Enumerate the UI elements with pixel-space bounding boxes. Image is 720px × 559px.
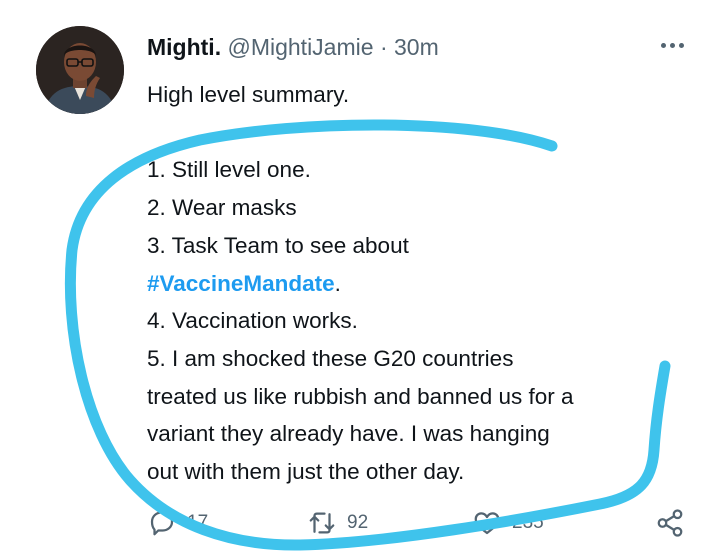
hashtag-suffix: . <box>334 270 341 296</box>
heart-icon <box>474 512 500 535</box>
tweet-actions: 17 92 235 <box>147 508 707 548</box>
like-count: 235 <box>512 512 544 533</box>
avatar[interactable] <box>36 26 124 114</box>
retweet-button[interactable]: 92 <box>307 508 368 538</box>
tweet-line-intro: High level summary. <box>147 82 350 107</box>
share-icon <box>657 509 683 537</box>
tweet-line-item2: 2. Wear masks <box>147 195 297 221</box>
tweet-text: High level summary. 1. Still level one. … <box>147 76 687 491</box>
author-name[interactable]: Mighti. <box>147 34 221 60</box>
tweet-line-item1: 1. Still level one. <box>147 157 311 183</box>
tweet-line-item4: 4. Vaccination works. <box>147 308 358 334</box>
more-dots-icon[interactable] <box>650 30 694 60</box>
tweet-line-hashtag: #VaccineMandate. <box>147 265 687 303</box>
tweet-line-item5-2: treated us like rubbish and banned us fo… <box>147 383 574 409</box>
retweet-icon <box>309 512 335 534</box>
reply-button[interactable]: 17 <box>147 508 208 538</box>
author-handle[interactable]: @MightiJamie <box>227 34 373 60</box>
share-button[interactable] <box>655 508 685 538</box>
tweet-line-item3: 3. Task Team to see about <box>147 232 409 258</box>
tweet-header: Mighti. @MightiJamie · 30m <box>147 34 439 60</box>
reply-count: 17 <box>187 512 209 533</box>
separator-dot: · <box>379 34 388 60</box>
hashtag-link[interactable]: #VaccineMandate <box>147 271 335 296</box>
reply-icon <box>150 511 174 536</box>
tweet-line-item5-1: 5. I am shocked these G20 countries <box>147 345 514 371</box>
timestamp[interactable]: 30m <box>394 34 439 60</box>
tweet-line-item5-3: variant they already have. I was hanging <box>147 421 550 447</box>
retweet-count: 92 <box>347 512 369 533</box>
like-button[interactable]: 235 <box>472 508 544 538</box>
tweet-line-item5-4: out with them just the other day. <box>147 459 465 485</box>
